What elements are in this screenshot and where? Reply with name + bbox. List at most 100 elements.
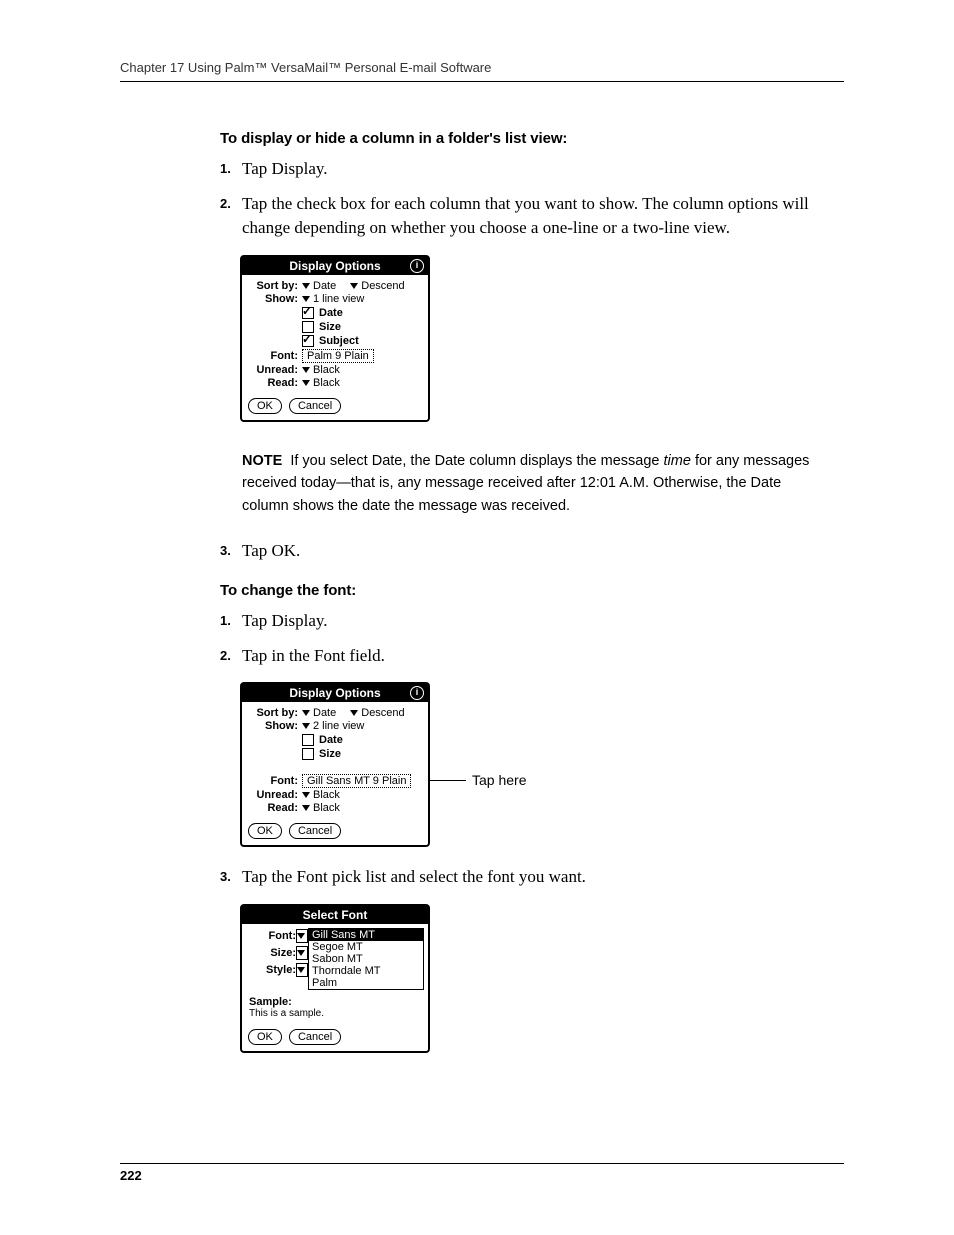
- checkbox-date[interactable]: [302, 734, 314, 746]
- show-value: 2 line view: [313, 720, 364, 732]
- ok-button[interactable]: OK: [248, 823, 282, 839]
- checkbox-date-row[interactable]: Date: [302, 307, 422, 319]
- checkbox-date-label: Date: [319, 307, 343, 319]
- step-text: Tap the check box for each column that y…: [242, 192, 825, 241]
- font-option-selected[interactable]: Gill Sans MT: [309, 929, 423, 941]
- select-font-dialog: Select Font Font: Size:: [240, 904, 430, 1053]
- dialog-title: Display Options i: [242, 684, 428, 702]
- font-picklist[interactable]: Gill Sans MT Segoe MT Sabon MT Thorndale…: [308, 928, 424, 990]
- callout-line: [430, 780, 466, 781]
- show-dropdown[interactable]: 2 line view: [302, 720, 364, 732]
- checkbox-size-row[interactable]: Size: [302, 321, 422, 333]
- unread-dropdown[interactable]: Black: [302, 364, 340, 376]
- chevron-down-icon: [302, 283, 310, 289]
- read-label: Read:: [248, 802, 302, 814]
- sort-order-dropdown[interactable]: Descend: [350, 707, 404, 719]
- step-2: 2. Tap the check box for each column tha…: [220, 192, 825, 241]
- sort-by-dropdown[interactable]: Date: [302, 707, 336, 719]
- step-text: Tap OK.: [242, 539, 825, 564]
- dialog-buttons: OK Cancel: [242, 819, 428, 845]
- ok-button[interactable]: OK: [248, 398, 282, 414]
- checkbox-subject-row[interactable]: Subject: [302, 335, 422, 347]
- chevron-down-icon: [302, 296, 310, 302]
- sample-label: Sample:: [246, 996, 424, 1008]
- sort-order-dropdown[interactable]: Descend: [350, 280, 404, 292]
- checkbox-subject[interactable]: [302, 335, 314, 347]
- step-number: 3.: [220, 865, 242, 890]
- dialog-title: Display Options i: [242, 257, 428, 275]
- checkbox-date[interactable]: [302, 307, 314, 319]
- sort-by-label: Sort by:: [248, 280, 302, 292]
- page-number: 222: [120, 1163, 844, 1183]
- chevron-down-icon: [302, 792, 310, 798]
- sf-size-label: Size:: [270, 947, 296, 959]
- step-text: Tap Display.: [242, 157, 825, 182]
- sort-by-value: Date: [313, 280, 336, 292]
- chevron-down-icon: [302, 805, 310, 811]
- checkbox-date-label: Date: [319, 734, 343, 746]
- sort-order-value: Descend: [361, 707, 404, 719]
- content-area: To display or hide a column in a folder'…: [220, 130, 825, 1053]
- checkbox-date-row[interactable]: Date: [302, 734, 422, 746]
- step-1: 1. Tap Display.: [220, 609, 825, 634]
- cancel-button[interactable]: Cancel: [289, 1029, 341, 1045]
- chevron-down-icon: [297, 933, 305, 939]
- dialog-body: Sort by: Date Descend Show: 2 line view …: [242, 702, 428, 819]
- chevron-down-icon: [350, 710, 358, 716]
- font-field[interactable]: Gill Sans MT 9 Plain: [302, 774, 411, 788]
- display-options-dialog-2: Display Options i Sort by: Date Descend …: [240, 682, 430, 847]
- checkbox-size[interactable]: [302, 748, 314, 760]
- note-block: NOTE If you select Date, the Date column…: [242, 450, 825, 517]
- step-text: Tap the Font pick list and select the fo…: [242, 865, 825, 890]
- font-label: Font:: [248, 350, 302, 362]
- dialog1-wrap: Display Options i Sort by: Date Descend …: [240, 255, 825, 422]
- step-text: Tap in the Font field.: [242, 644, 825, 669]
- sort-by-dropdown[interactable]: Date: [302, 280, 336, 292]
- step-number: 1.: [220, 157, 242, 182]
- read-value: Black: [313, 802, 340, 814]
- info-icon[interactable]: i: [410, 686, 424, 700]
- show-value: 1 line view: [313, 293, 364, 305]
- font-option[interactable]: Thorndale MT: [309, 965, 423, 977]
- style-dropdown-trigger[interactable]: [296, 963, 308, 977]
- font-option[interactable]: Segoe MT: [309, 941, 423, 953]
- font-dropdown-trigger[interactable]: [296, 929, 308, 943]
- step-number: 3.: [220, 539, 242, 564]
- steps-list-2b: 3. Tap the Font pick list and select the…: [220, 865, 825, 890]
- heading-display-hide-column: To display or hide a column in a folder'…: [220, 130, 825, 147]
- cancel-button[interactable]: Cancel: [289, 398, 341, 414]
- ok-button[interactable]: OK: [248, 1029, 282, 1045]
- font-option[interactable]: Sabon MT: [309, 953, 423, 965]
- steps-list-1b: 3. Tap OK.: [220, 539, 825, 564]
- step-1: 1. Tap Display.: [220, 157, 825, 182]
- read-dropdown[interactable]: Black: [302, 377, 340, 389]
- dialog-buttons: OK Cancel: [242, 1025, 428, 1051]
- sort-by-label: Sort by:: [248, 707, 302, 719]
- dialog-body: Sort by: Date Descend Show: 1 line view …: [242, 275, 428, 394]
- step-number: 2.: [220, 644, 242, 669]
- unread-label: Unread:: [248, 364, 302, 376]
- dialog-title-text: Display Options: [289, 259, 380, 273]
- chevron-down-icon: [302, 380, 310, 386]
- chevron-down-icon: [302, 367, 310, 373]
- chevron-down-icon: [297, 950, 305, 956]
- font-field[interactable]: Palm 9 Plain: [302, 349, 374, 363]
- read-dropdown[interactable]: Black: [302, 802, 340, 814]
- cancel-button[interactable]: Cancel: [289, 823, 341, 839]
- dialog3-wrap: Select Font Font: Size:: [240, 904, 825, 1053]
- unread-dropdown[interactable]: Black: [302, 789, 340, 801]
- checkbox-subject-label: Subject: [319, 335, 359, 347]
- font-option[interactable]: Palm: [309, 977, 423, 989]
- running-header: Chapter 17 Using Palm™ VersaMail™ Person…: [120, 60, 844, 82]
- checkbox-size-label: Size: [319, 748, 341, 760]
- steps-list-1: 1. Tap Display. 2. Tap the check box for…: [220, 157, 825, 241]
- dialog-title-text: Display Options: [289, 686, 380, 700]
- info-icon[interactable]: i: [410, 259, 424, 273]
- steps-list-2: 1. Tap Display. 2. Tap in the Font field…: [220, 609, 825, 668]
- checkbox-size-row[interactable]: Size: [302, 748, 422, 760]
- chevron-down-icon: [297, 967, 305, 973]
- dialog2-wrap: Display Options i Sort by: Date Descend …: [240, 682, 825, 847]
- size-dropdown-trigger[interactable]: [296, 946, 308, 960]
- step-2: 2. Tap in the Font field.: [220, 644, 825, 669]
- note-italic: time: [664, 453, 691, 469]
